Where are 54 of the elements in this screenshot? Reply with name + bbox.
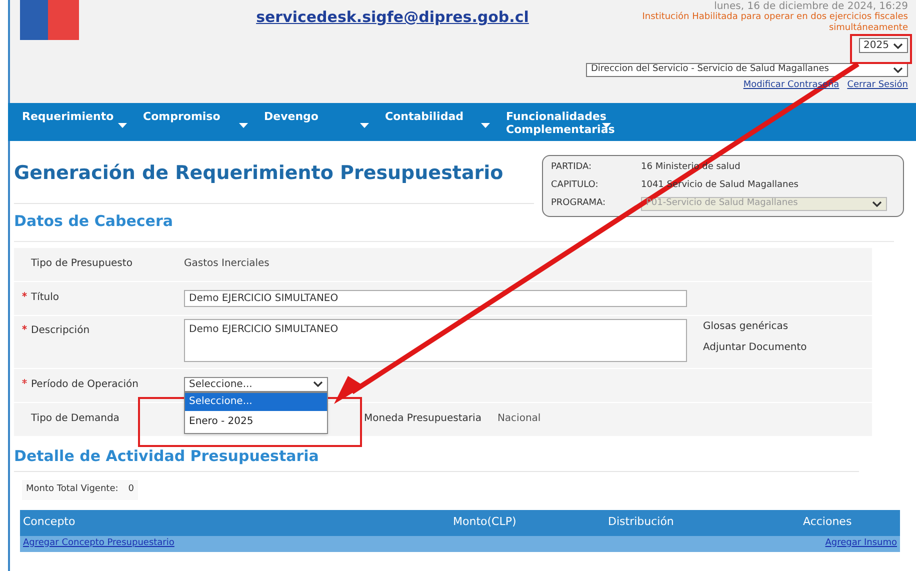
dropdown-option[interactable]: Enero - 2025 <box>185 410 327 432</box>
email-link[interactable]: servicedesk.sigfe@dipres.gob.cl <box>256 6 529 103</box>
column-header: Distribución <box>608 514 675 530</box>
menu-item[interactable]: Devengo <box>264 103 385 141</box>
description-textarea[interactable]: Demo EJERCICIO SIMULTANEO <box>184 318 687 362</box>
info-label: PROGRAMA: <box>551 197 607 210</box>
caret-icon <box>602 123 611 128</box>
section-heading: Datos de Cabecera <box>14 211 174 232</box>
field-label: Período de Operación <box>31 378 138 392</box>
caret-icon <box>239 123 248 128</box>
field-label: Moneda Presupuestaria <box>364 412 482 426</box>
year-select[interactable]: 2025 <box>858 38 908 53</box>
caret-icon <box>481 123 490 128</box>
section-heading: Detalle de Actividad Presupuestaria <box>14 446 320 466</box>
dropdown-option[interactable]: Seleccione... <box>185 392 327 410</box>
page-title: Generación de Requerimiento Presupuestario <box>14 161 504 186</box>
field-value: Nacional <box>497 412 541 426</box>
table-link[interactable]: Agregar Insumo <box>825 536 897 550</box>
caret-icon <box>118 123 127 128</box>
menu-item[interactable]: Requerimiento <box>22 103 143 141</box>
date-text: lunes, 16 de diciembre de 2024, 16:29 <box>714 1 908 12</box>
required-icon <box>22 324 27 330</box>
chevron-icon <box>313 381 323 387</box>
field-label: Tipo de Demanda <box>31 412 120 426</box>
total-value: 0 <box>128 483 134 496</box>
menu-item[interactable]: Contabilidad <box>385 103 506 141</box>
field-label: Tipo de Presupuesto <box>31 256 132 270</box>
info-label: CAPITULO: <box>551 179 600 192</box>
menu-item[interactable]: Funcionalidades Complementarias <box>506 103 627 141</box>
column-header: Acciones <box>803 514 852 530</box>
side-link[interactable]: Adjuntar Documento <box>703 340 807 354</box>
chevron-icon <box>893 67 903 73</box>
chevron-icon <box>872 201 882 207</box>
menu-item[interactable]: Compromiso <box>143 103 264 141</box>
field-label: Descripción <box>31 324 90 338</box>
table-link[interactable]: Agregar Concepto Presupuestario <box>23 536 174 550</box>
column-header: Monto(CLP) <box>453 514 518 530</box>
title-input[interactable]: Demo EJERCICIO SIMULTANEO <box>184 290 687 306</box>
service-select[interactable]: Direccion del Servicio - Servicio de Salud Magallanes <box>586 63 908 77</box>
field-value: Gastos Inerciales <box>184 256 270 270</box>
field-label: Título <box>31 290 60 304</box>
flag-logo <box>20 0 79 40</box>
required-icon <box>22 378 27 384</box>
header-link[interactable]: Cerrar Sesión <box>847 79 908 92</box>
notice-text: Institución Habilitada para operar en dos ejercicios fiscales simultáneamente <box>641 12 908 34</box>
caret-icon <box>360 123 369 128</box>
chevron-icon <box>893 42 903 48</box>
column-header: Concepto <box>23 514 76 530</box>
total-label: Monto Total Vigente: <box>26 483 118 496</box>
period-select[interactable]: Seleccione... <box>184 376 328 392</box>
annotation-box <box>850 34 912 64</box>
info-label: PARTIDA: <box>551 161 593 174</box>
required-icon <box>22 292 27 296</box>
side-link[interactable]: Glosas genéricas <box>703 318 807 334</box>
